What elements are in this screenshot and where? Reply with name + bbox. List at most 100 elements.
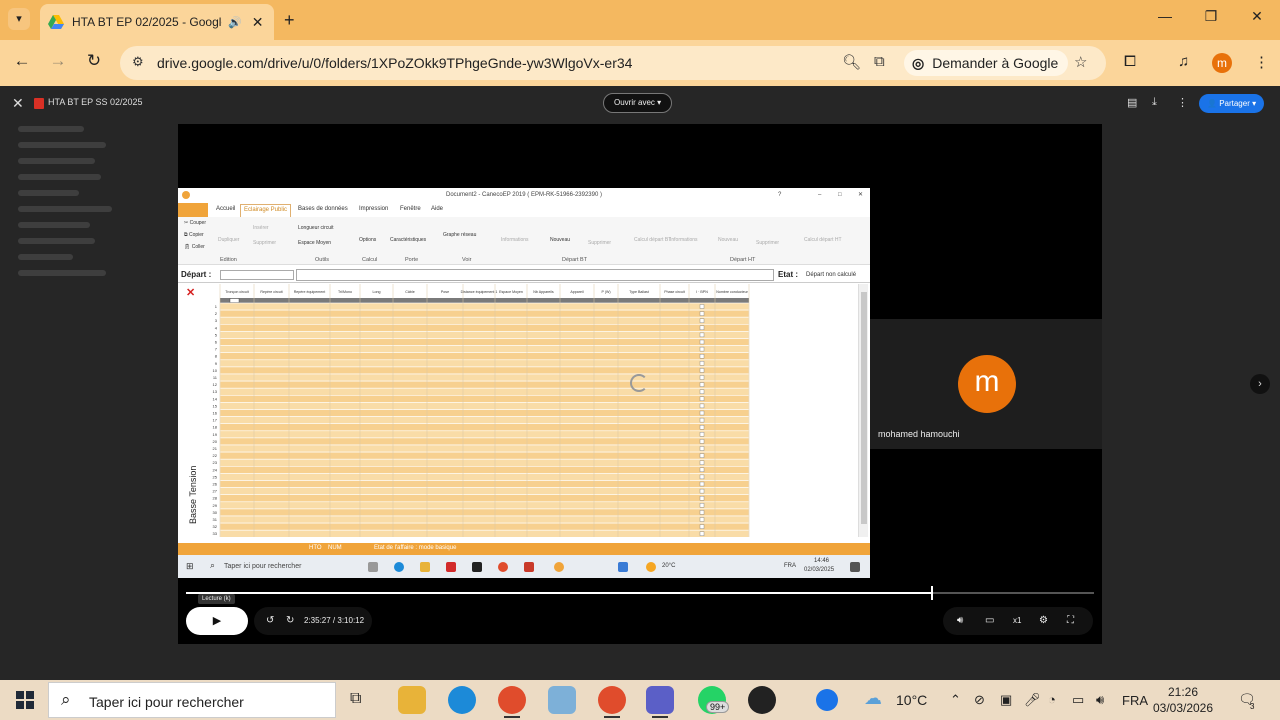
more-options-icon[interactable]: ⋮ [1177,96,1188,109]
speaker-icon[interactable]: 🔊 [228,16,242,29]
column-header: Nb Appareils [533,290,554,294]
forward-10-icon[interactable]: ↻ [286,615,294,626]
row-checkbox [699,318,705,323]
row-number: 7 [215,347,218,352]
close-icon[interactable]: ✕ [252,14,264,31]
row-number: 24 [213,467,218,472]
inserer-command: Insérer [253,225,269,231]
extensions-icon[interactable]: ⧠ [1124,53,1136,70]
help-app-icon[interactable] [816,689,838,711]
zoom-icon[interactable]: 🔍︎ [842,53,861,71]
site-info-icon[interactable]: ⚙ [132,54,144,70]
volume-tray-icon[interactable]: 🔊︎ [1096,692,1104,708]
microphone-icon[interactable]: 🎤︎ [1024,692,1041,708]
bookmark-star-icon[interactable]: ☆ [1074,53,1087,71]
windows-start-icon[interactable] [16,691,34,709]
url-text[interactable]: drive.google.com/drive/u/0/folders/1XPoZ… [157,55,632,71]
row-checkbox [699,311,705,316]
table-row [219,473,750,481]
row-number: 1 [215,304,218,309]
browser-tab-drive[interactable]: HTA BT EP 02/2025 - Google Drive 🔊 ✕ [40,4,274,40]
fullscreen-icon[interactable]: ⛶ [1067,615,1074,626]
table-row [219,466,750,474]
chrome-profile-icon[interactable] [598,686,626,718]
captions-icon[interactable]: ▭ [985,615,994,626]
weather-icon[interactable]: ☁ [864,688,882,709]
volume-icon[interactable]: 🔊︎ [957,615,963,626]
google-drive-icon [48,15,64,29]
supprimer-bt-command: Supprimer [588,240,612,246]
dupliquer-command: Dupliquer [218,237,240,243]
etat-value: Départ non calculé [806,272,857,278]
restore-button[interactable]: ❐ [1196,8,1226,25]
close-preview-icon[interactable]: ✕ [12,95,24,112]
table-row [219,309,750,318]
ask-google-button[interactable]: ◎ Demander à Google [904,50,1069,76]
settings-gear-icon[interactable]: ⚙ [1039,615,1048,626]
ribbon-group-porte: Porte [405,257,419,263]
address-bar[interactable]: ⚙ drive.google.com/drive/u/0/folders/1XP… [120,46,1106,80]
video-timeline[interactable] [186,586,1094,600]
taskbar-search-box[interactable]: ⌕ Taper ici pour rechercher [48,682,336,718]
depart-bar: Départ : Etat : Départ non calculé [178,268,870,283]
video-player[interactable]: m mohamed hamouchi Document2 - CanecoEP … [178,124,1102,644]
pen-app-icon[interactable] [548,686,576,714]
row-checkbox [699,495,705,501]
profile-avatar[interactable]: m [1212,53,1232,73]
forward-button[interactable]: → [46,51,70,71]
table-row [219,444,750,453]
minimize-button[interactable]: — [1150,8,1180,24]
edge-icon[interactable] [448,686,476,714]
ribbon-toolbar: ✂ Couper ⧉ Copier 📋︎ Coller Dupliquer In… [178,217,870,265]
table-row [219,423,750,432]
file-explorer-icon[interactable] [398,686,426,714]
reload-button[interactable]: ↻ [82,51,106,71]
playback-speed-button[interactable]: x1 [1013,616,1021,625]
temperature[interactable]: 10°C [896,692,927,708]
wifi-icon[interactable]: ◔ [1048,692,1056,707]
menu-icon[interactable]: ⋮ [1254,53,1269,71]
download-icon[interactable]: ⤓ [1152,96,1157,109]
chrome-icon[interactable] [498,686,526,718]
media-app-icon[interactable] [748,686,776,714]
taskbar-clock[interactable]: 21:26 03/03/2026 [1150,684,1216,716]
tray-chevron-icon[interactable]: ⌃ [950,692,961,708]
grid-scrollbar [858,284,868,537]
file-tab [178,203,208,217]
ribbon-group-calcul: Calcul [362,257,378,263]
language-indicator[interactable]: FRA [1122,693,1148,708]
play-button[interactable]: ▶ [186,607,248,635]
ribbon-tab-impression: Impression [359,206,389,212]
google-lens-icon: ◎ [912,54,925,71]
inner-terminal-icon [472,562,482,572]
video-file-icon [34,98,44,109]
new-tab-button[interactable]: + [284,10,295,31]
informations-ht-command: Informations [670,237,698,243]
next-file-icon[interactable]: › [1250,374,1270,394]
teams-icon[interactable] [646,686,674,718]
window-close-button[interactable]: ✕ [1242,8,1272,25]
ribbon-tab-accueil: Accueil [216,206,236,212]
inner-app-icon [524,562,534,572]
share-button[interactable]: 👤 Partager ▾ [1199,94,1265,113]
timeline-scrubber[interactable] [930,586,933,600]
graphe-reseau-command: Graphe réseau [443,232,477,238]
notification-count: 3 [1250,702,1255,711]
network-off-icon[interactable]: ⊘ [974,692,985,708]
inner-weather-icon [646,562,656,572]
battery-icon[interactable]: ▭ [1072,692,1084,708]
time-display: 2:35:27 / 3:10:12 [304,616,365,625]
task-view-icon[interactable]: ⧉ [350,690,361,708]
row-number: 27 [213,489,218,494]
back-button[interactable]: ← [10,51,34,71]
rewind-10-icon[interactable]: ↺ [266,615,274,626]
comment-icon[interactable]: ▤ [1127,96,1137,109]
tray-app-icon[interactable]: ▣ [1000,692,1012,708]
install-icon[interactable]: ⧉ [874,53,885,70]
open-with-button[interactable]: Ouvrir avec ▾ [603,93,673,113]
media-control-icon[interactable]: ♫ [1178,53,1189,70]
table-row [219,359,750,368]
row-number: 9 [215,361,218,366]
row-checkbox [699,460,705,465]
tab-search-dropdown[interactable]: ▾ [8,8,30,30]
